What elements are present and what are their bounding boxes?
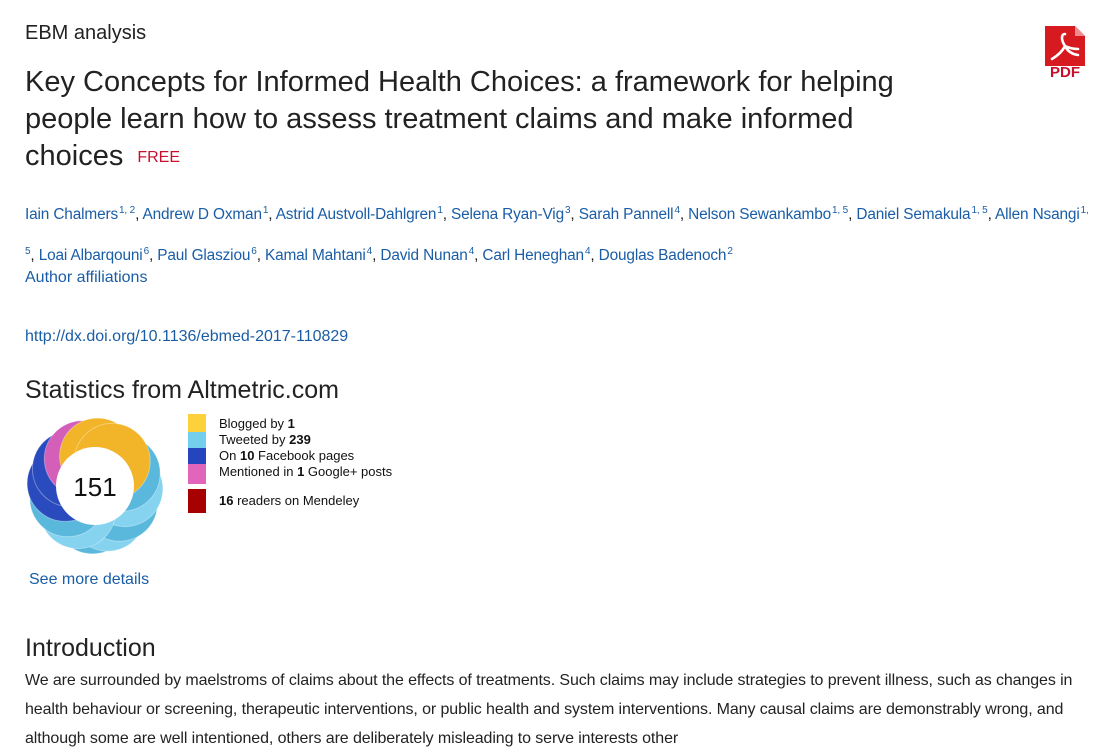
author-separator: , xyxy=(590,247,599,264)
altmetric-legend-item: Mentioned in 1 Google+ posts xyxy=(188,464,393,484)
free-badge: FREE xyxy=(137,149,180,166)
author-name: Nelson Sewankambo xyxy=(688,206,832,223)
altmetric-legend: Blogged by 1 Tweeted by 239 On 10 Facebook… xyxy=(188,414,393,513)
author-link[interactable]: Paul Glasziou6 xyxy=(157,246,257,264)
see-more-details-link[interactable]: See more details xyxy=(29,571,149,589)
author-link[interactable]: Douglas Badenoch2 xyxy=(598,246,733,264)
author-name: Loai Albarqouni xyxy=(38,247,143,264)
author-separator: , xyxy=(442,206,452,223)
author-name: Sarah Pannell xyxy=(578,206,674,223)
author-affiliation-number: 2 xyxy=(727,246,733,257)
pdf-label: PDF xyxy=(1050,64,1080,81)
author-name: Carl Heneghan xyxy=(482,247,584,264)
altmetric-score: 151 xyxy=(73,472,116,502)
author-name: Iain Chalmers xyxy=(25,206,118,223)
legend-text-prefix: Tweeted by xyxy=(219,432,290,447)
article-title: Key Concepts for Informed Health Choices… xyxy=(25,64,985,176)
legend-text-suffix: Facebook pages xyxy=(254,448,355,463)
author-separator: , xyxy=(148,247,158,264)
author-separator: , xyxy=(30,247,39,264)
author-name: Allen Nsangi xyxy=(994,206,1080,223)
legend-swatch xyxy=(188,489,206,513)
legend-text-suffix: readers on Mendeley xyxy=(233,493,360,508)
article-section-label: EBM analysis xyxy=(25,22,147,44)
author-separator: , xyxy=(679,206,689,223)
author-link[interactable]: Daniel Semakula1, 5 xyxy=(856,205,988,223)
author-name: Daniel Semakula xyxy=(856,206,971,223)
legend-swatch xyxy=(188,464,206,484)
author-link[interactable]: Andrew D Oxman1 xyxy=(142,205,269,223)
legend-text-suffix: Google+ posts xyxy=(304,464,393,479)
legend-swatch xyxy=(188,414,206,432)
doi-link[interactable]: http://dx.doi.org/10.1136/ebmed-2017-110… xyxy=(25,328,348,346)
author-name: Selena Ryan-Vig xyxy=(451,206,564,223)
legend-text-prefix: Blogged by xyxy=(219,416,288,431)
author-link[interactable]: Astrid Austvoll-Dahlgren1 xyxy=(275,205,443,223)
introduction-heading: Introduction xyxy=(25,634,156,662)
author-separator: , xyxy=(987,206,995,223)
altmetric-legend-item: 16 readers on Mendeley xyxy=(188,489,392,513)
legend-count: 1 xyxy=(287,416,295,431)
author-list: Iain Chalmers1, 2, Andrew D Oxman1, Astr… xyxy=(25,192,1100,274)
pdf-icon xyxy=(1045,26,1085,66)
author-link[interactable]: Carl Heneghan4 xyxy=(482,246,590,264)
author-affiliation-number: 1, 5 xyxy=(832,205,849,216)
altmetric-legend-item: On 10 Facebook pages xyxy=(188,448,392,468)
author-link[interactable]: David Nunan4 xyxy=(380,246,474,264)
author-name: Paul Glasziou xyxy=(157,247,251,264)
legend-text-prefix: On xyxy=(219,448,240,463)
author-link[interactable]: Sarah Pannell4 xyxy=(578,205,680,223)
author-link[interactable]: Iain Chalmers1, 2 xyxy=(25,205,136,223)
author-link[interactable]: Loai Albarqouni6 xyxy=(38,246,149,264)
author-affiliations-link[interactable]: Author affiliations xyxy=(25,269,147,287)
author-separator: , xyxy=(570,206,579,223)
author-link[interactable]: Nelson Sewankambo1, 5 xyxy=(688,205,849,223)
legend-count: 10 xyxy=(239,448,255,463)
legend-text-prefix: Mentioned in xyxy=(219,464,298,479)
altmetric-legend-item: Blogged by 1 xyxy=(188,414,392,432)
author-name: Douglas Badenoch xyxy=(598,247,727,264)
author-affiliation-number: 1, 5 xyxy=(971,205,988,216)
author-link[interactable]: Kamal Mahtani4 xyxy=(264,246,372,264)
author-separator: , xyxy=(256,247,265,264)
author-name: Kamal Mahtani xyxy=(264,247,366,264)
author-name: Andrew D Oxman xyxy=(142,206,263,223)
author-name: Astrid Austvoll-Dahlgren xyxy=(275,206,437,223)
author-name: David Nunan xyxy=(380,247,468,264)
legend-count: 239 xyxy=(289,432,311,447)
legend-count: 16 xyxy=(219,493,234,508)
altmetric-donut[interactable]: 151 xyxy=(23,414,167,558)
author-affiliation-number: 1, 2 xyxy=(119,205,136,216)
altmetric-heading: Statistics from Altmetric.com xyxy=(25,376,339,404)
introduction-body: We are surrounded by maelstroms of claim… xyxy=(25,672,1073,747)
author-separator: , xyxy=(135,206,143,223)
altmetric-legend-item: Tweeted by 239 xyxy=(188,432,392,452)
author-link[interactable]: Selena Ryan-Vig3 xyxy=(451,205,571,223)
author-separator: , xyxy=(268,206,276,223)
pdf-download-link[interactable]: PDF xyxy=(1043,26,1087,81)
